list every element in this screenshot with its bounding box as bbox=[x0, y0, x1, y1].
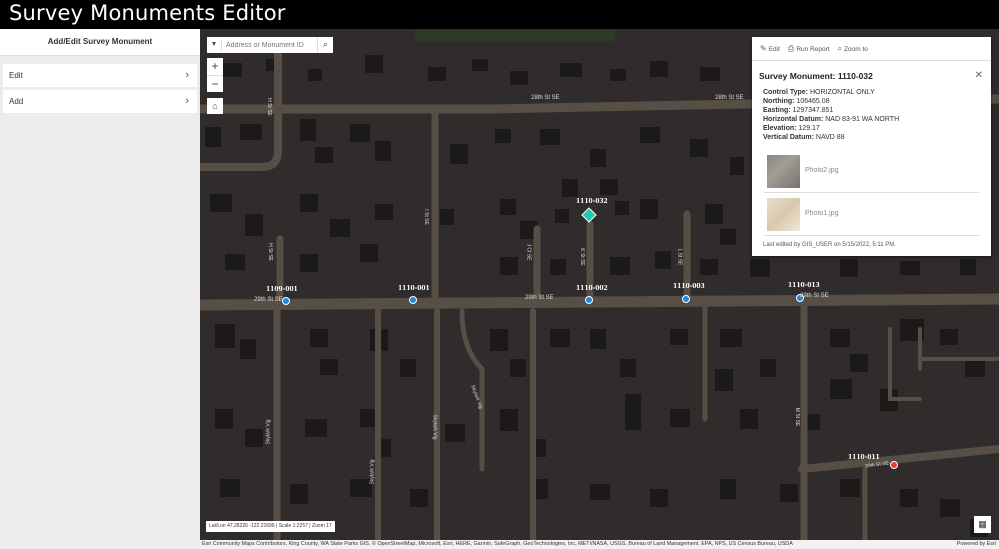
street-label: 29th St SE bbox=[525, 295, 554, 301]
zoom-to-action[interactable]: ⌕ Zoom to bbox=[838, 44, 868, 54]
powered-by-esri[interactable]: Powered by Esri bbox=[957, 540, 996, 549]
attribute-value: 106465.08 bbox=[796, 98, 830, 105]
street-label: I St SE bbox=[422, 209, 429, 225]
street-label: 28th St SE bbox=[715, 95, 744, 101]
popup-attributes: Control Type: HORIZONTAL ONLY Northing: … bbox=[763, 88, 991, 142]
edit-label: Edit bbox=[768, 46, 780, 53]
monument-label[interactable]: 1110-002 bbox=[576, 285, 608, 292]
attribute-row: Vertical Datum: NAVD 88 bbox=[763, 133, 991, 142]
attribute-label: Easting: bbox=[763, 107, 791, 114]
coordinate-readout: Lat/Lon 47.28226 -122.21696 | Scale 1:22… bbox=[206, 521, 335, 532]
street-label: Skylark Vig bbox=[369, 459, 376, 485]
street-label: 29th St SE bbox=[800, 293, 829, 299]
sidebar-item-label: Edit bbox=[9, 71, 23, 80]
feature-popup: ✎ Edit ⎙ Run Report ⌕ Zoom to Survey Monume… bbox=[752, 37, 991, 256]
sidebar: Add/Edit Survey Monument Edit › Add › bbox=[0, 29, 200, 549]
chevron-right-icon: › bbox=[185, 69, 189, 81]
monument-label[interactable]: 1109-001 bbox=[266, 286, 298, 293]
printer-icon: ⎙ bbox=[787, 43, 795, 53]
attribute-value: NAD 83-91 WA NORTH bbox=[825, 116, 900, 123]
close-icon[interactable]: ✕ bbox=[975, 70, 983, 81]
street-label: L St SE bbox=[676, 248, 683, 266]
run-report-label: Run Report bbox=[796, 45, 830, 53]
magnifier-icon: ⌕ bbox=[837, 43, 843, 53]
attribute-value: 129.17 bbox=[798, 125, 820, 132]
street-label: 28th St SE bbox=[531, 95, 560, 101]
monument-label[interactable]: 1110-003 bbox=[673, 283, 705, 290]
street-label: 29th St SE bbox=[254, 297, 283, 303]
map-view[interactable]: 28th St SE 28th St SE 29th St SE 29th St… bbox=[200, 29, 999, 549]
attachment-thumbnail bbox=[767, 198, 800, 231]
monument-label[interactable]: 1110-013 bbox=[788, 282, 820, 289]
attribute-row: Elevation: 129.17 bbox=[763, 124, 991, 133]
attachment-item[interactable]: Photo1.jpg bbox=[764, 193, 979, 236]
pencil-icon: ✎ bbox=[760, 44, 767, 53]
sidebar-item-add[interactable]: Add › bbox=[3, 90, 197, 113]
attachment-name: Photo1.jpg bbox=[805, 210, 839, 217]
sidebar-title: Add/Edit Survey Monument bbox=[0, 29, 200, 56]
sidebar-item-edit[interactable]: Edit › bbox=[3, 64, 197, 87]
attachment-item[interactable]: Photo2.jpg bbox=[764, 150, 979, 193]
monument-label[interactable]: 1110-011 bbox=[848, 454, 880, 461]
street-label: M St SE bbox=[794, 407, 801, 427]
search-widget: ▼ ⌕ bbox=[207, 37, 333, 53]
attribute-row: Easting: 1297347.851 bbox=[763, 106, 991, 115]
sidebar-item-label: Add bbox=[9, 97, 24, 106]
run-report-action[interactable]: ⎙ Run Report bbox=[788, 44, 830, 54]
attribute-label: Horizontal Datum: bbox=[763, 116, 824, 123]
map-attribution: Esri Community Maps Contributors, King C… bbox=[200, 540, 999, 549]
app-header: Survey Monuments Editor bbox=[0, 0, 999, 29]
park-area bbox=[415, 29, 615, 41]
home-button[interactable]: ⌂ bbox=[207, 98, 223, 114]
attribute-row: Horizontal Datum: NAD 83-91 WA NORTH bbox=[763, 115, 991, 124]
search-source-dropdown[interactable]: ▼ bbox=[207, 37, 221, 53]
zoom-to-label: Zoom to bbox=[844, 45, 868, 53]
zoom-controls: + − bbox=[207, 58, 223, 92]
grid-icon: ▦ bbox=[978, 519, 987, 529]
home-icon: ⌂ bbox=[212, 101, 218, 111]
zoom-out-button[interactable]: − bbox=[207, 75, 223, 92]
basemap-gallery-button[interactable]: ▦ bbox=[974, 516, 991, 533]
attribute-label: Elevation: bbox=[763, 125, 797, 132]
attribute-row: Control Type: HORIZONTAL ONLY bbox=[763, 88, 991, 97]
attribute-value: 1297347.851 bbox=[792, 107, 834, 114]
chevron-right-icon: › bbox=[185, 95, 189, 107]
attribute-value: HORIZONTAL ONLY bbox=[809, 89, 875, 96]
search-icon[interactable]: ⌕ bbox=[317, 37, 333, 53]
street-label: H St SE bbox=[266, 243, 273, 261]
attribution-text: Esri Community Maps Contributors, King C… bbox=[202, 541, 793, 547]
zoom-in-button[interactable]: + bbox=[207, 58, 223, 75]
app-title: Survey Monuments Editor bbox=[9, 1, 286, 25]
street-label: Skylark Vig bbox=[431, 414, 438, 440]
attachment-name: Photo2.jpg bbox=[805, 167, 839, 174]
attribute-label: Control Type: bbox=[763, 89, 808, 96]
street-label: J Ct SE bbox=[525, 243, 532, 261]
monument-label[interactable]: 1110-001 bbox=[398, 285, 430, 292]
street-label: H St SE bbox=[265, 98, 272, 116]
edit-action[interactable]: ✎ Edit bbox=[760, 44, 780, 53]
attribute-row: Northing: 106465.08 bbox=[763, 97, 991, 106]
search-input[interactable] bbox=[221, 39, 317, 51]
monument-label-selected[interactable]: 1110-032 bbox=[576, 198, 608, 205]
street-label: K St SE bbox=[578, 248, 585, 266]
attachment-thumbnail bbox=[767, 155, 800, 188]
attribute-label: Northing: bbox=[763, 98, 795, 105]
attribute-label: Vertical Datum: bbox=[763, 134, 814, 141]
street-label: Skylark Vig bbox=[265, 419, 272, 445]
attribute-value: NAVD 88 bbox=[815, 134, 845, 141]
popup-toolbar: ✎ Edit ⎙ Run Report ⌕ Zoom to bbox=[752, 37, 991, 61]
last-edited-info: Last edited by GIS_USER on 5/15/2022, 5:… bbox=[763, 242, 896, 248]
popup-title: Survey Monument: 1110-032 bbox=[759, 71, 873, 81]
